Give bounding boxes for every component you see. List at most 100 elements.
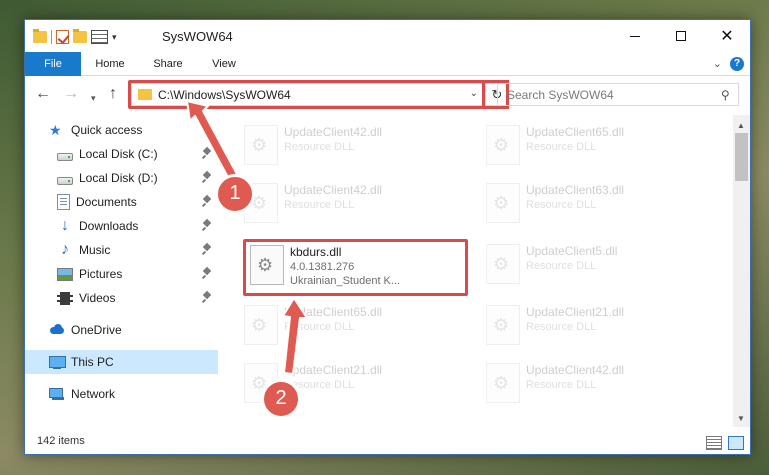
file-name: UpdateClient65.dll xyxy=(284,305,383,319)
dll-file-icon xyxy=(486,183,520,223)
file-type: Resource DLL xyxy=(526,379,597,391)
sidebar-item-label: Local Disk (D:) xyxy=(79,171,158,185)
maximize-icon xyxy=(676,31,686,41)
up-arrow-icon[interactable]: ↑ xyxy=(109,85,117,103)
pictures-icon xyxy=(57,268,73,281)
minimize-button[interactable] xyxy=(612,20,658,52)
title-bar: ▾ SysWOW64 ✕ xyxy=(25,20,750,52)
file-type: Resource DLL xyxy=(284,321,355,333)
file-name: UpdateClient5.dll xyxy=(526,244,618,258)
tab-view[interactable]: View xyxy=(199,52,249,76)
computer-icon xyxy=(49,354,66,370)
help-icon[interactable]: ? xyxy=(730,57,744,71)
sidebar-item-label: Documents xyxy=(76,195,137,209)
quick-access-toolbar: ▾ xyxy=(33,28,117,46)
status-bar: 142 items xyxy=(25,432,750,454)
scrollbar-thumb[interactable] xyxy=(735,133,748,181)
toolbar-divider xyxy=(51,30,52,44)
sidebar-item-onedrive[interactable]: OneDrive xyxy=(25,318,218,342)
tab-share[interactable]: Share xyxy=(143,52,193,76)
dll-file-icon xyxy=(486,305,520,345)
file-name: UpdateClient65.dll xyxy=(526,125,625,139)
pin-icon xyxy=(203,268,211,278)
customize-toolbar-dropdown[interactable]: ▾ xyxy=(112,32,117,43)
details-view-icon[interactable] xyxy=(706,436,722,450)
address-highlight-box xyxy=(128,80,485,109)
sidebar-item-label: Network xyxy=(71,387,116,401)
sidebar-item-label: Quick access xyxy=(71,123,143,137)
new-folder-icon[interactable] xyxy=(73,29,87,43)
sidebar-item-label: OneDrive xyxy=(71,323,122,337)
file-name: UpdateClient42.dll xyxy=(526,363,625,377)
close-icon: ✕ xyxy=(720,28,734,45)
star-icon: ★ xyxy=(49,122,62,138)
file-item[interactable]: UpdateClient42.dll Resource DLL xyxy=(486,361,706,405)
sidebar-item-downloads[interactable]: ↓ Downloads xyxy=(25,214,218,238)
minimize-icon xyxy=(630,35,640,37)
sidebar-item-label: This PC xyxy=(71,355,114,369)
sidebar-item-pictures[interactable]: Pictures xyxy=(25,262,218,286)
scroll-up-icon[interactable]: ▲ xyxy=(737,121,745,130)
navigation-bar: ← → ▾ ↑ C:\Windows\SysWOW64 ⌄ ↻ Search S… xyxy=(25,77,750,113)
drive-icon xyxy=(57,152,73,161)
vertical-scrollbar[interactable]: ▲ ▼ xyxy=(733,115,750,427)
dll-file-icon xyxy=(244,305,278,345)
file-type: Resource DLL xyxy=(526,199,597,211)
sidebar-item-music[interactable]: ♪ Music xyxy=(25,238,218,262)
sidebar-item-documents[interactable]: Documents xyxy=(25,190,218,214)
videos-icon xyxy=(57,291,73,305)
file-name: UpdateClient21.dll xyxy=(526,305,625,319)
item-count: 142 items xyxy=(37,435,85,447)
search-box[interactable]: Search SysWOW64 ⚲ xyxy=(497,83,739,106)
pin-icon xyxy=(203,244,211,254)
network-icon xyxy=(49,386,65,402)
step-badge-2: 2 xyxy=(261,379,301,419)
view-options-icon[interactable] xyxy=(91,30,108,44)
close-button[interactable]: ✕ xyxy=(704,20,750,52)
file-item[interactable]: UpdateClient65.dll Resource DLL xyxy=(244,303,464,347)
properties-check-icon[interactable] xyxy=(56,30,69,44)
file-item[interactable]: UpdateClient63.dll Resource DLL xyxy=(486,181,706,225)
sidebar-item-local-disk-d[interactable]: Local Disk (D:) xyxy=(25,166,218,190)
tab-file[interactable]: File xyxy=(25,52,81,76)
file-type: Resource DLL xyxy=(526,141,597,153)
pin-icon xyxy=(203,220,211,230)
back-arrow-icon[interactable]: ← xyxy=(35,85,51,103)
sidebar-item-videos[interactable]: Videos xyxy=(25,286,218,310)
scroll-down-icon[interactable]: ▼ xyxy=(737,414,745,423)
file-list: UpdateClient42.dll Resource DLL UpdateCl… xyxy=(218,115,735,427)
search-icon[interactable]: ⚲ xyxy=(721,88,730,102)
folder-icon xyxy=(33,29,47,43)
downloads-icon: ↓ xyxy=(61,217,69,234)
sidebar-item-label: Downloads xyxy=(79,219,139,233)
dll-file-icon xyxy=(486,125,520,165)
recent-locations-chevron-icon[interactable]: ▾ xyxy=(91,89,96,107)
pin-icon xyxy=(203,172,211,182)
maximize-button[interactable] xyxy=(658,20,704,52)
dll-file-icon xyxy=(244,125,278,165)
tab-home[interactable]: Home xyxy=(85,52,135,76)
large-icons-view-icon[interactable] xyxy=(728,436,744,450)
forward-arrow-icon[interactable]: → xyxy=(63,85,79,103)
sidebar-item-this-pc[interactable]: This PC xyxy=(25,350,218,374)
sidebar-item-network[interactable]: Network xyxy=(25,382,218,406)
file-item[interactable]: UpdateClient42.dll Resource DLL xyxy=(244,123,464,167)
file-item[interactable]: UpdateClient65.dll Resource DLL xyxy=(486,123,706,167)
file-item[interactable]: UpdateClient5.dll Resource DLL xyxy=(486,242,706,286)
file-name: UpdateClient42.dll xyxy=(284,183,383,197)
file-type: Resource DLL xyxy=(284,199,355,211)
expand-ribbon-chevron-icon[interactable]: ⌄ xyxy=(713,57,722,70)
sidebar-item-quick-access[interactable]: ★ Quick access xyxy=(25,118,218,142)
file-type: Resource DLL xyxy=(526,260,597,272)
file-name: UpdateClient21.dll xyxy=(284,363,383,377)
file-name: UpdateClient42.dll xyxy=(284,125,383,139)
step-badge-1: 1 xyxy=(215,174,255,214)
file-type: Resource DLL xyxy=(284,141,355,153)
cloud-icon xyxy=(49,322,65,338)
search-input[interactable]: Search SysWOW64 xyxy=(507,88,614,102)
file-item[interactable]: UpdateClient42.dll Resource DLL xyxy=(244,181,464,225)
file-item[interactable]: UpdateClient21.dll Resource DLL xyxy=(486,303,706,347)
dll-file-icon xyxy=(486,363,520,403)
sidebar-item-local-disk-c[interactable]: Local Disk (C:) xyxy=(25,142,218,166)
sidebar-item-label: Local Disk (C:) xyxy=(79,147,158,161)
